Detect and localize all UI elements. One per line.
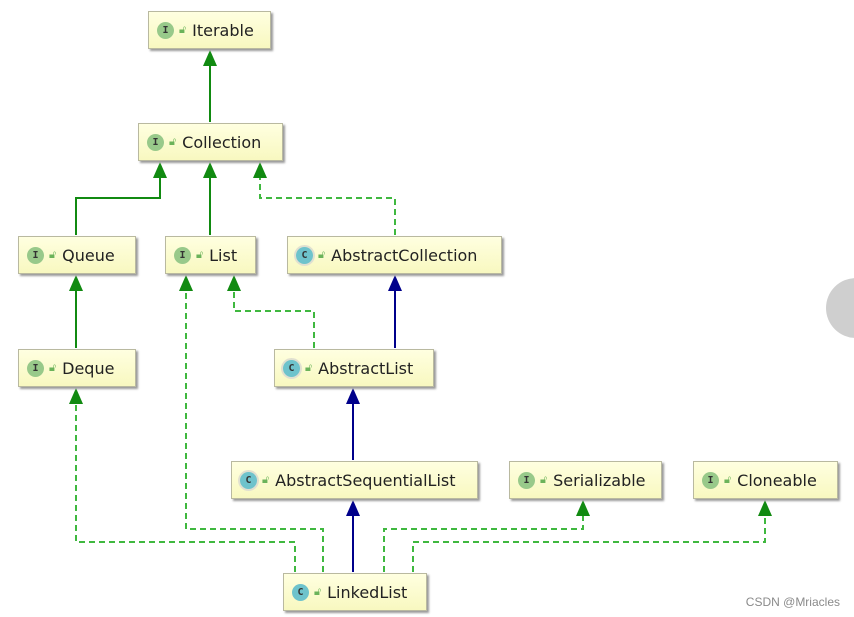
unlock-icon: 🔓︎ [169,135,177,148]
arrowhead-Collection [203,162,217,178]
node-deque[interactable]: I 🔓︎ Deque [18,349,136,387]
edge-AbstractCollection-to-Collection [259,176,396,235]
watermark: CSDN @Mriacles [745,595,840,609]
interface-icon: I [518,471,535,489]
class-icon: C [292,583,309,601]
node-serializable[interactable]: I 🔓︎ Serializable [509,461,662,499]
unlock-icon: 🔓︎ [179,23,187,36]
unlock-icon: 🔓︎ [196,248,204,261]
unlock-icon: 🔓︎ [262,473,270,486]
arrowhead-AbstractCollection [388,275,402,291]
node-list[interactable]: I 🔓︎ List [165,236,256,274]
edge-LinkedList-to-Cloneable [412,514,766,572]
arrowhead-AbstractList [346,388,360,404]
node-label: Deque [62,358,115,378]
interface-icon: I [27,359,44,377]
unlock-icon: 🔓︎ [49,361,57,374]
abstract-class-icon: C [283,359,300,377]
arrowhead-Collection [253,162,267,178]
interface-icon: I [27,246,44,264]
unlock-icon: 🔓︎ [305,361,313,374]
node-label: AbstractList [318,358,414,378]
abstract-class-icon: C [296,246,313,264]
node-abstract-list[interactable]: C 🔓︎ AbstractList [274,349,434,387]
node-collection[interactable]: I 🔓︎ Collection [138,123,283,161]
node-linked-list[interactable]: C 🔓︎ LinkedList [283,573,427,611]
node-queue[interactable]: I 🔓︎ Queue [18,236,136,274]
arrowhead-Deque [69,388,83,404]
edge-LinkedList-to-List [185,289,324,572]
edge-layer [69,50,772,572]
node-label: LinkedList [327,582,408,602]
node-label: Queue [62,245,115,265]
unlock-icon: 🔓︎ [318,248,326,261]
abstract-class-icon: C [240,471,257,489]
edge-AbstractList-to-List [233,289,315,348]
unlock-icon: 🔓︎ [540,473,548,486]
edge-Queue-to-Collection [75,176,161,235]
node-label: Cloneable [737,470,817,490]
interface-icon: I [174,246,191,264]
arrowhead-Queue [69,275,83,291]
arrowhead-List [227,275,241,291]
arrowhead-Serializable [576,500,590,516]
unlock-icon: 🔓︎ [314,585,322,598]
unlock-icon: 🔓︎ [49,248,57,261]
interface-icon: I [157,21,174,39]
node-label: Serializable [553,470,646,490]
arrowhead-Iterable [203,50,217,66]
interface-icon: I [702,471,719,489]
arrowhead-Cloneable [758,500,772,516]
node-label: Collection [182,132,262,152]
arrowhead-List [179,275,193,291]
node-label: AbstractSequentialList [275,470,456,490]
uml-diagram: I 🔓︎ Iterable I 🔓︎ Collection I 🔓︎ Queue I 🔓︎ Li… [0,0,854,617]
node-cloneable[interactable]: I 🔓︎ Cloneable [693,461,838,499]
arrowhead-Collection [153,162,167,178]
arrowhead-AbstractSequentialList [346,500,360,516]
node-label: Iterable [192,20,254,40]
node-label: List [209,245,238,265]
node-label: AbstractCollection [331,245,478,265]
node-abstract-collection[interactable]: C 🔓︎ AbstractCollection [287,236,502,274]
node-iterable[interactable]: I 🔓︎ Iterable [148,11,271,49]
interface-icon: I [147,133,164,151]
node-abstract-sequential-list[interactable]: C 🔓︎ AbstractSequentialList [231,461,478,499]
unlock-icon: 🔓︎ [724,473,732,486]
